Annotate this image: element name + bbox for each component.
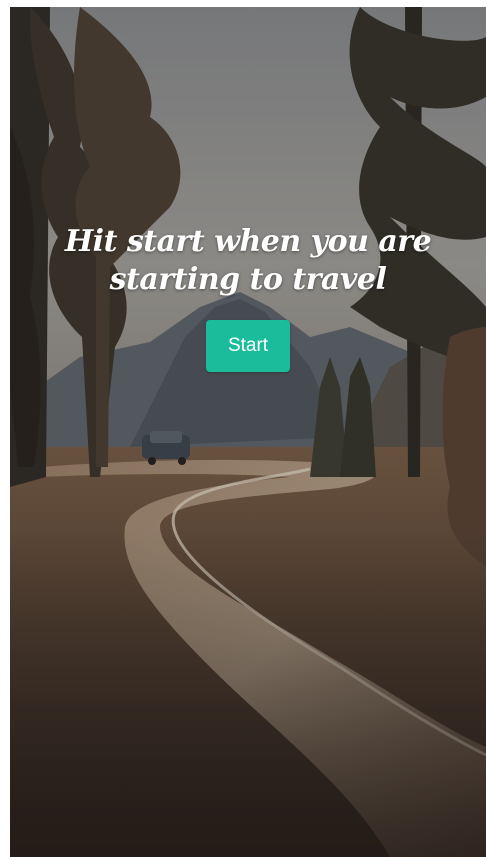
app-frame: Hit start when you are starting to trave… <box>0 0 487 857</box>
hero-section: Hit start when you are starting to trave… <box>10 223 486 372</box>
mobile-screen: Hit start when you are starting to trave… <box>10 7 486 857</box>
background-scene <box>10 7 486 857</box>
start-button[interactable]: Start <box>206 320 290 372</box>
hero-title: Hit start when you are starting to trave… <box>64 224 432 297</box>
dark-overlay <box>10 7 486 857</box>
